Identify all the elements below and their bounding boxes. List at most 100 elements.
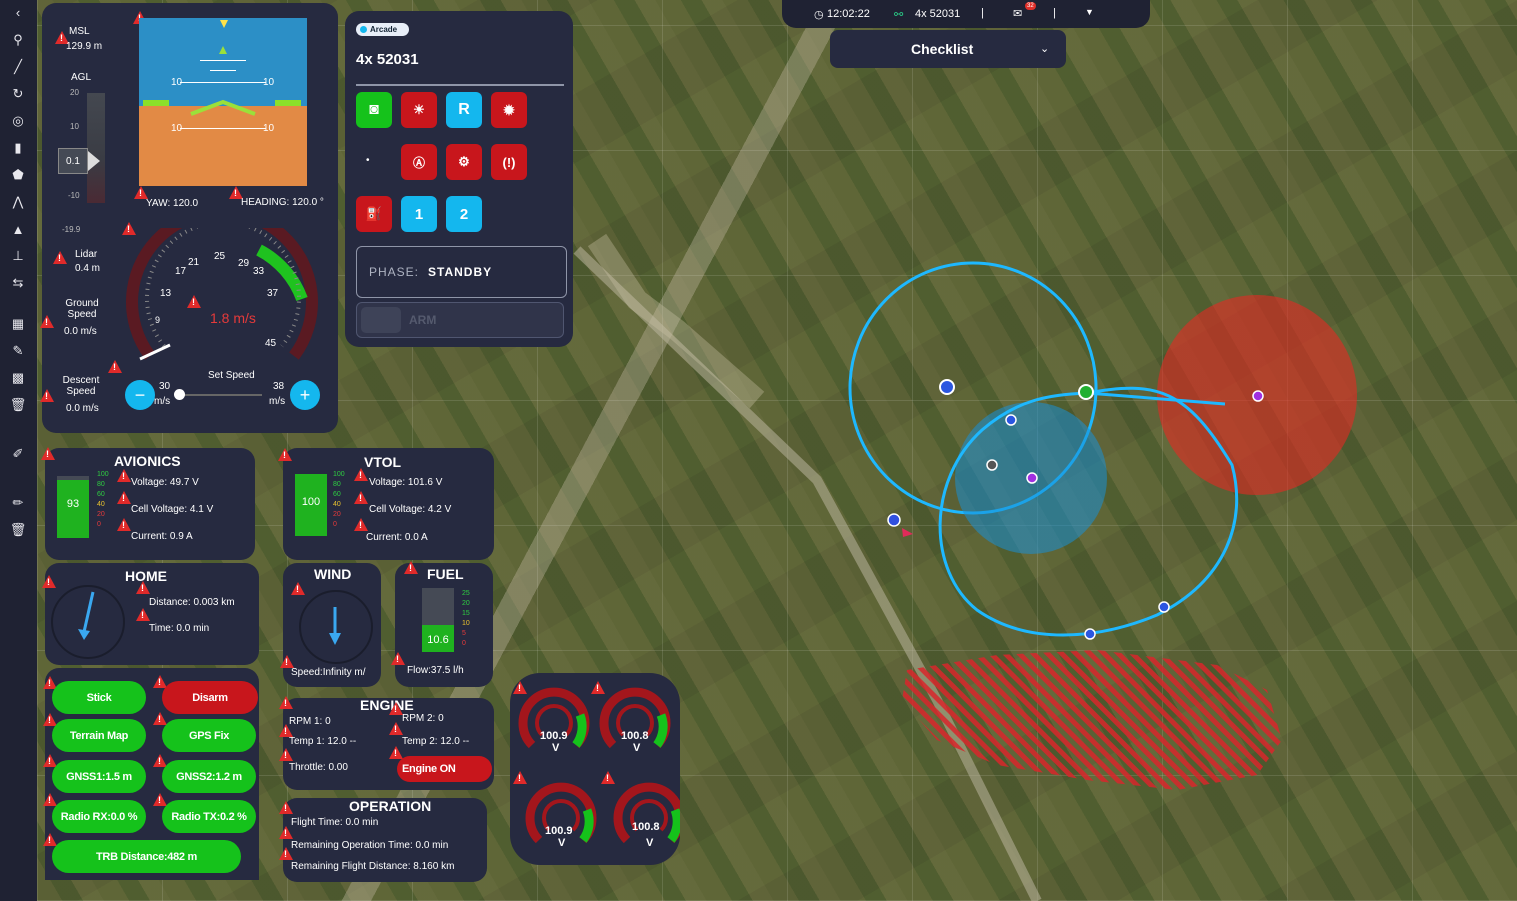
beacon-button[interactable]: ✹ bbox=[491, 92, 527, 128]
scale-tick: 0 bbox=[97, 521, 101, 528]
checklist-dropdown[interactable]: Checklist ⌄ bbox=[830, 30, 1066, 68]
document-icon[interactable]: ▮ bbox=[9, 139, 27, 157]
radio-rx-button[interactable]: Radio RX:0.0 % bbox=[52, 800, 146, 833]
wind-direction-compass bbox=[299, 590, 373, 664]
grid-icon[interactable]: ▩ bbox=[9, 369, 27, 387]
warning-icon bbox=[153, 712, 167, 725]
waypoint[interactable] bbox=[1252, 390, 1264, 402]
speed-slider-track[interactable] bbox=[176, 394, 262, 396]
location-pin-icon[interactable]: ⚲ bbox=[9, 31, 27, 49]
radio-tx-button[interactable]: Radio TX:0.2 % bbox=[162, 800, 256, 833]
mode-badge[interactable]: Arcade bbox=[356, 23, 409, 36]
agl-pointer bbox=[88, 151, 100, 171]
phase-value: STANDBY bbox=[428, 265, 493, 279]
scale-tick: 10 bbox=[462, 620, 470, 627]
disarm-button[interactable]: Disarm bbox=[162, 681, 258, 714]
trash-icon[interactable]: 🗑 bbox=[9, 396, 27, 414]
warning-icon bbox=[389, 722, 403, 735]
table-icon[interactable]: ▦ bbox=[9, 315, 27, 333]
no-fly-zone[interactable] bbox=[902, 650, 1282, 790]
brake-button[interactable]: (!) bbox=[491, 144, 527, 180]
scale-tick: 5 bbox=[462, 630, 466, 637]
speed-tick: 17 bbox=[175, 266, 187, 277]
engine-on-button[interactable]: Engine ON bbox=[397, 756, 492, 782]
descent-speed-value: 0.0 m/s bbox=[66, 403, 99, 414]
preset-1-button[interactable]: 1 bbox=[401, 196, 437, 232]
voltage-unit: V bbox=[552, 742, 560, 754]
vtol-current: Current: 0.0 A bbox=[366, 532, 428, 543]
camera-button[interactable]: ◙ bbox=[356, 92, 392, 128]
engine-rpm2: RPM 2: 0 bbox=[402, 713, 444, 724]
lights-button[interactable]: ☀ bbox=[401, 92, 437, 128]
speed-unit: m/s bbox=[269, 396, 286, 407]
waypoint[interactable] bbox=[1084, 628, 1096, 640]
gnss1-button[interactable]: GNSS1:1.5 m bbox=[52, 760, 146, 793]
gnss2-button[interactable]: GNSS2:1.2 m bbox=[162, 760, 256, 793]
vehicle-marker[interactable] bbox=[887, 513, 913, 537]
wind-speed: Speed:Infinity m/ bbox=[291, 667, 366, 678]
mission-time: 12:02:22 bbox=[827, 8, 870, 20]
return-button[interactable]: R bbox=[446, 92, 482, 128]
warning-icon bbox=[117, 518, 131, 531]
fuel-button[interactable]: ⛽ bbox=[356, 196, 392, 232]
collapse-icon[interactable]: ‹ bbox=[9, 3, 27, 21]
path-icon[interactable]: ⇆ bbox=[9, 274, 27, 292]
flight-time: Flight Time: 0.0 min bbox=[291, 817, 379, 828]
auto-button[interactable]: Ⓐ bbox=[401, 144, 437, 180]
checklist-label: Checklist bbox=[911, 41, 974, 57]
waypoint[interactable] bbox=[1005, 414, 1017, 426]
wind-panel: WIND Speed:Infinity m/ bbox=[280, 563, 381, 687]
route-icon[interactable]: ⋀ bbox=[9, 193, 27, 211]
arm-slider[interactable]: ARM bbox=[356, 302, 564, 338]
waypoint[interactable] bbox=[939, 379, 955, 395]
left-toolbar: ‹ ⚲ ╱ ↻ ◎ ▮ ⬟ ⋀ ▲ ⊥ ⇆ ▦ ✎ ▩ 🗑 ✐ ✏ 🗑 bbox=[0, 0, 37, 901]
speed-slider-handle[interactable] bbox=[174, 389, 185, 400]
voltage-unit: V bbox=[633, 742, 641, 754]
takeoff-point[interactable] bbox=[1078, 384, 1094, 400]
fuel-panel: FUEL 10.6 25 20 15 10 5 0 Flow:37.5 l/h bbox=[391, 561, 493, 687]
edit-icon[interactable]: ✎ bbox=[9, 342, 27, 360]
waypoint[interactable] bbox=[1158, 601, 1170, 613]
arm-slider-handle[interactable] bbox=[361, 307, 401, 333]
home-panel: HOME Distance: 0.003 km Time: 0.0 min bbox=[42, 563, 259, 665]
globe-icon[interactable]: ◎ bbox=[9, 112, 27, 130]
airspeed-value: 1.8 m/s bbox=[210, 310, 256, 326]
warning-icon bbox=[53, 251, 67, 264]
loop-icon[interactable]: ↻ bbox=[9, 85, 27, 103]
chevron-down-icon[interactable]: ▼ bbox=[1085, 7, 1094, 17]
pin-icon[interactable]: ⊥ bbox=[9, 247, 27, 265]
waypoint[interactable] bbox=[1026, 472, 1038, 484]
home-distance: Distance: 0.003 km bbox=[149, 597, 235, 608]
eraser-icon[interactable]: ✐ bbox=[9, 445, 27, 463]
set-speed-label: Set Speed bbox=[208, 370, 255, 381]
pencil-icon[interactable]: ✏ bbox=[9, 494, 27, 512]
trb-distance-button[interactable]: TRB Distance:482 m bbox=[52, 840, 241, 873]
scale-tick: 40 bbox=[333, 501, 341, 508]
stick-button[interactable]: Stick bbox=[52, 681, 146, 714]
warning-icon bbox=[108, 360, 122, 373]
gps-fix-button[interactable]: GPS Fix bbox=[162, 719, 256, 752]
vehicle-name: 4x 52031 bbox=[356, 51, 419, 68]
agl-scale bbox=[87, 93, 105, 203]
vtol-scale: 100 80 60 40 20 0 bbox=[333, 470, 345, 530]
terrain-icon[interactable]: ▲ bbox=[9, 220, 27, 238]
voltage-unit: V bbox=[558, 837, 566, 849]
preset-2-button[interactable]: 2 bbox=[446, 196, 482, 232]
polygon-icon[interactable]: ⬟ bbox=[9, 166, 27, 184]
vtol-panel: VTOL 100 100 80 60 40 20 0 Voltage: 101.6 V C… bbox=[278, 448, 494, 560]
flight-instruments-panel: MSL 129.9 m AGL 20 10 -10 -19.9 0.1 10 1… bbox=[40, 3, 338, 433]
warning-icon bbox=[43, 833, 57, 846]
mail-icon[interactable]: ✉ bbox=[1013, 7, 1022, 20]
scale-tick: 100 bbox=[97, 471, 109, 478]
warning-icon bbox=[404, 561, 418, 574]
delete-icon[interactable]: 🗑 bbox=[9, 521, 27, 539]
divider: | bbox=[981, 7, 984, 19]
terrain-map-button[interactable]: Terrain Map bbox=[52, 719, 146, 752]
ground-speed-label: Ground Speed bbox=[65, 298, 99, 320]
waypoint[interactable] bbox=[986, 459, 998, 471]
scale-tick: 15 bbox=[462, 610, 470, 617]
increase-speed-button[interactable]: + bbox=[290, 380, 320, 410]
line-tool-icon[interactable]: ╱ bbox=[9, 58, 27, 76]
engine-button[interactable]: ⚙ bbox=[446, 144, 482, 180]
decrease-speed-button[interactable]: − bbox=[125, 380, 155, 410]
